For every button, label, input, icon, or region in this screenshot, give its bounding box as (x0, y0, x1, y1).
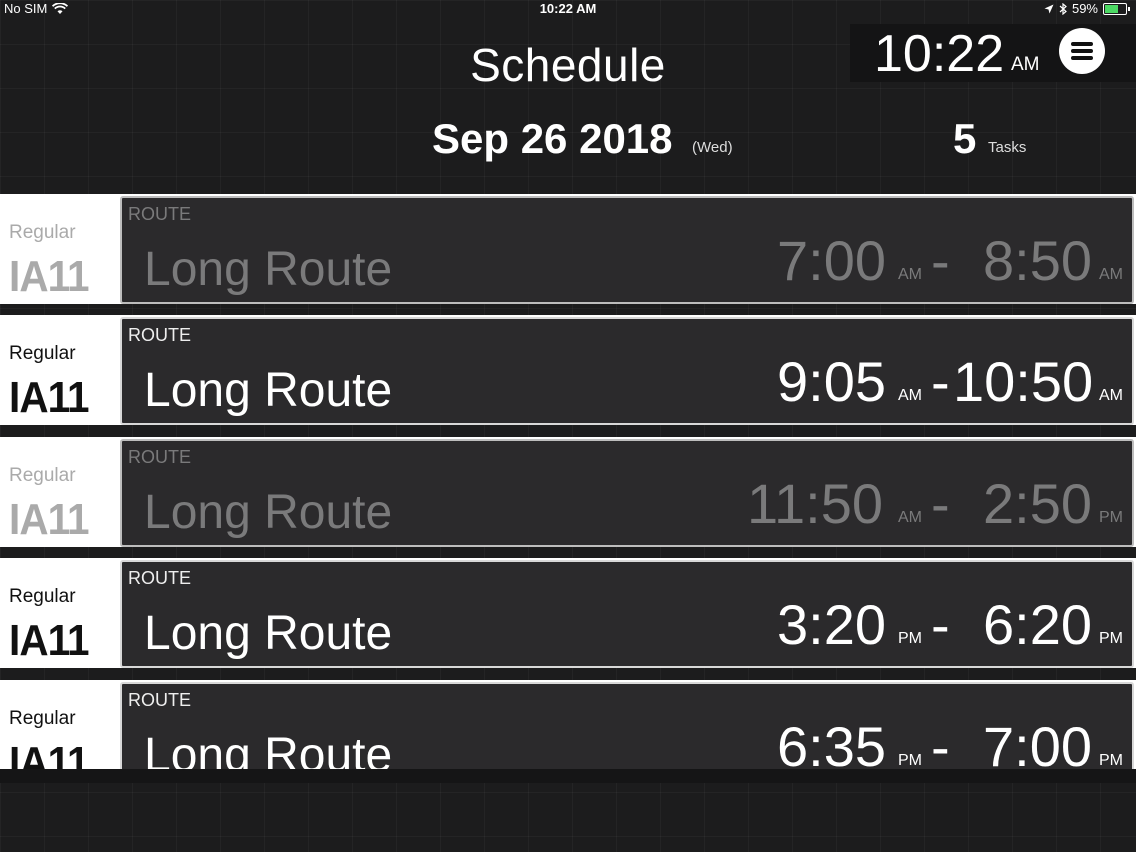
task-card[interactable]: ROUTE Long Route 11:50 AM - 2:50 PM (120, 439, 1134, 547)
task-type: Regular (9, 465, 76, 486)
start-ampm: AM (898, 266, 922, 283)
task-row[interactable]: Regular IA11 ROUTE Long Route 11:50 AM -… (0, 437, 1136, 547)
time-separator: - (931, 229, 950, 292)
task-row[interactable]: Regular IA11 ROUTE Long Route 9:05 AM - … (0, 315, 1136, 425)
bluetooth-icon (1059, 2, 1067, 15)
bottom-band (0, 769, 1136, 783)
schedule-weekday: (Wed) (692, 139, 733, 156)
end-ampm: PM (1099, 509, 1123, 526)
end-ampm: AM (1099, 266, 1123, 283)
task-name: Long Route (144, 243, 393, 296)
task-type: Regular (9, 343, 76, 364)
time-separator: - (931, 715, 950, 769)
task-label: ROUTE (128, 447, 191, 467)
time-separator: - (931, 350, 950, 413)
task-name: Long Route (144, 486, 393, 539)
task-list[interactable]: Regular IA11 ROUTE Long Route 7:00 AM - … (0, 194, 1136, 769)
start-time: 6:35 (777, 715, 886, 769)
menu-button[interactable] (1059, 28, 1105, 74)
task-code: IA11 (9, 616, 90, 665)
task-code: IA11 (9, 252, 90, 301)
clock-time: 10:22 (874, 25, 1005, 83)
battery-percent: 59% (1071, 1, 1098, 16)
task-card[interactable]: ROUTE Long Route 6:35 PM - 7:00 PM (120, 682, 1134, 769)
task-label: ROUTE (128, 204, 191, 224)
task-code: IA11 (9, 738, 90, 769)
task-label: ROUTE (128, 690, 191, 710)
status-time: 10:22 AM (539, 1, 597, 16)
task-count: 5 (953, 115, 977, 162)
task-label: ROUTE (128, 325, 191, 345)
start-time: 7:00 (777, 229, 886, 292)
time-separator: - (931, 472, 950, 535)
menu-icon (1071, 42, 1093, 46)
status-bar: No SIM 10:22 AM 59% (0, 0, 1136, 18)
end-time: 8:50 (983, 229, 1092, 292)
task-row[interactable]: Regular IA11 ROUTE Long Route 7:00 AM - … (0, 194, 1136, 304)
task-type: Regular (9, 222, 76, 243)
clock-ampm: AM (1011, 54, 1040, 75)
end-ampm: AM (1099, 387, 1123, 404)
end-time: 10:50 (953, 350, 1094, 413)
task-card[interactable]: ROUTE Long Route 9:05 AM - 10:50 AM (120, 317, 1134, 425)
start-ampm: PM (898, 752, 922, 769)
task-card[interactable]: ROUTE Long Route 3:20 PM - 6:20 PM (120, 560, 1134, 668)
time-separator: - (931, 593, 950, 656)
end-ampm: PM (1099, 752, 1123, 769)
menu-icon-line (1071, 49, 1093, 53)
task-count-label: Tasks (988, 139, 1027, 156)
start-time: 3:20 (777, 593, 886, 656)
start-ampm: AM (898, 509, 922, 526)
task-label: ROUTE (128, 568, 191, 588)
start-time: 11:50 (747, 472, 883, 535)
task-code: IA11 (9, 373, 90, 422)
schedule-date: Sep 26 2018 (432, 115, 673, 162)
end-time: 6:20 (983, 593, 1092, 656)
end-ampm: PM (1099, 630, 1123, 647)
battery-tip (1128, 6, 1130, 11)
end-time: 2:50 (983, 472, 1092, 535)
task-row[interactable]: Regular IA11 ROUTE Long Route 3:20 PM - … (0, 558, 1136, 668)
start-time: 9:05 (777, 350, 886, 413)
start-ampm: AM (898, 387, 922, 404)
task-card[interactable]: ROUTE Long Route 7:00 AM - 8:50 AM (120, 196, 1134, 304)
task-name: Long Route (144, 607, 393, 660)
task-type: Regular (9, 708, 76, 729)
status-right: 59% (1044, 1, 1130, 16)
battery-icon (1103, 2, 1127, 15)
task-name: Long Route (144, 729, 393, 769)
task-type: Regular (9, 586, 76, 607)
task-code: IA11 (9, 495, 90, 544)
menu-icon-line (1071, 56, 1093, 60)
location-icon (1044, 4, 1054, 13)
end-time: 7:00 (983, 715, 1092, 769)
task-row[interactable]: Regular IA11 ROUTE Long Route 6:35 PM - … (0, 680, 1136, 769)
start-ampm: PM (898, 630, 922, 647)
task-name: Long Route (144, 364, 393, 417)
